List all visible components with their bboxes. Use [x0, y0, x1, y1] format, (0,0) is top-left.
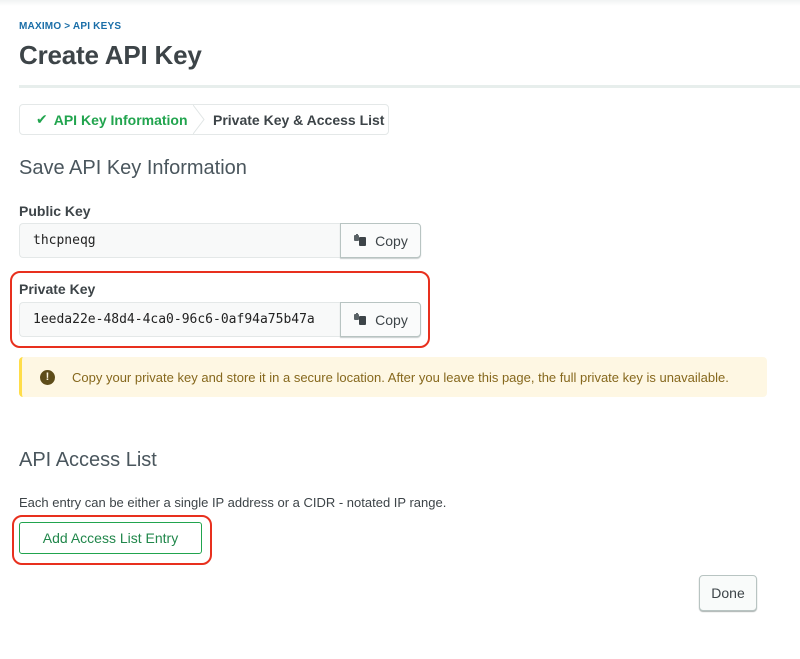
page-title: Create API Key	[19, 40, 202, 70]
step-label: API Key Information	[53, 111, 188, 128]
public-key-field[interactable]: thcpneqg	[19, 223, 340, 258]
breadcrumb[interactable]: MAXIMO > API KEYS	[19, 21, 121, 32]
copy-icon	[354, 234, 367, 246]
top-shade	[0, 0, 800, 6]
copy-private-key-button[interactable]: Copy	[340, 302, 421, 337]
step-label: Private Key & Access List	[213, 111, 385, 128]
warning-banner: ! Copy your private key and store it in …	[19, 357, 767, 397]
done-button[interactable]: Done	[699, 575, 757, 611]
access-list-description: Each entry can be either a single IP add…	[19, 495, 447, 510]
private-key-label: Private Key	[19, 281, 96, 297]
private-key-group: 1eeda22e-48d4-4ca0-96c6-0af94a75b47a Cop…	[19, 302, 421, 337]
exclamation-circle-icon: !	[40, 369, 55, 385]
copy-public-key-button[interactable]: Copy	[340, 223, 421, 258]
step-api-key-information[interactable]: ✔ API Key Information	[20, 105, 193, 134]
save-section-title: Save API Key Information	[19, 157, 247, 179]
copy-label: Copy	[375, 311, 408, 328]
public-key-group: thcpneqg Copy	[19, 223, 421, 258]
public-key-label: Public Key	[19, 203, 91, 219]
check-icon: ✔	[36, 111, 48, 127]
add-access-list-entry-button[interactable]: Add Access List Entry	[19, 522, 202, 554]
private-key-field[interactable]: 1eeda22e-48d4-4ca0-96c6-0af94a75b47a	[19, 302, 340, 337]
copy-label: Copy	[375, 232, 408, 249]
title-divider	[19, 85, 800, 88]
step-private-key-access-list[interactable]: Private Key & Access List	[193, 105, 384, 134]
warning-text: Copy your private key and store it in a …	[72, 369, 729, 385]
copy-icon	[354, 313, 367, 325]
wizard-stepper: ✔ API Key Information Private Key & Acce…	[19, 104, 389, 135]
access-list-title: API Access List	[19, 449, 157, 471]
